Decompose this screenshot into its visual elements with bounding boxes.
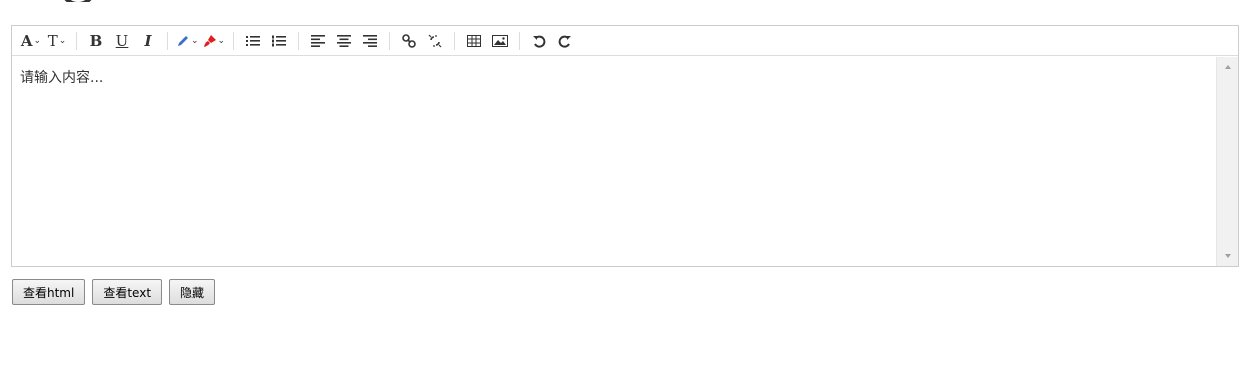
vertical-scrollbar[interactable]	[1216, 57, 1238, 266]
insert-image-button[interactable]	[489, 30, 511, 52]
forecolor-button[interactable]: ⌄	[176, 30, 199, 52]
unlink-icon	[428, 34, 442, 47]
italic-label: I	[144, 31, 152, 50]
bold-label: B	[89, 31, 103, 50]
italic-button[interactable]: I	[137, 30, 159, 52]
redo-button[interactable]	[554, 30, 576, 52]
rich-text-editor: A ⌄ T ⌄ B U I ⌄ ⌄ 请输入内容...	[11, 25, 1239, 267]
view-html-button[interactable]: 查看html	[12, 279, 86, 305]
toolbar-divider	[454, 31, 456, 50]
underline-label: U	[115, 31, 129, 50]
editor-actions: 查看html 查看text 隐藏	[12, 279, 222, 305]
hide-button[interactable]: 隐藏	[169, 279, 216, 305]
unordered-list-button[interactable]	[242, 30, 264, 52]
brush-icon	[203, 34, 216, 47]
link-icon	[402, 33, 416, 48]
chevron-down-icon: ⌄	[191, 35, 199, 46]
editor-toolbar: A ⌄ T ⌄ B U I ⌄ ⌄	[12, 26, 1238, 56]
editor-placeholder: 请输入内容...	[20, 70, 104, 86]
toolbar-divider	[167, 31, 168, 50]
ordered-list-button[interactable]	[268, 30, 290, 52]
align-left-button[interactable]	[307, 30, 329, 52]
insert-table-button[interactable]	[463, 30, 485, 52]
font-name-button[interactable]: A ⌄	[20, 30, 42, 52]
insert-link-button[interactable]	[398, 30, 420, 52]
table-icon	[467, 34, 482, 47]
align-left-icon	[311, 34, 326, 47]
toolbar-divider	[298, 31, 300, 50]
backcolor-button[interactable]: ⌄	[203, 30, 226, 52]
font-size-button[interactable]: T ⌄	[46, 30, 68, 52]
toolbar-divider	[76, 31, 77, 50]
view-text-button[interactable]: 查看text	[92, 279, 163, 305]
undo-button[interactable]	[528, 30, 550, 52]
redo-icon	[558, 35, 572, 48]
scroll-up-icon[interactable]	[1224, 65, 1231, 69]
undo-icon	[533, 35, 546, 48]
font-name-label: A	[20, 31, 33, 50]
underline-button[interactable]: U	[111, 30, 133, 52]
chevron-down-icon: ⌄	[217, 35, 226, 46]
bold-button[interactable]: B	[85, 30, 107, 52]
toolbar-divider	[389, 31, 391, 50]
page-title-cutoff	[60, 0, 100, 2]
scroll-down-icon[interactable]	[1224, 254, 1231, 258]
pencil-icon	[178, 35, 188, 46]
numbered-list-icon	[272, 35, 287, 46]
align-right-icon	[363, 34, 378, 47]
align-center-button[interactable]	[333, 30, 355, 52]
bulleted-list-icon	[246, 35, 261, 46]
unlink-button[interactable]	[424, 30, 446, 52]
chevron-down-icon: ⌄	[58, 35, 67, 46]
image-icon	[492, 34, 509, 47]
align-right-button[interactable]	[359, 30, 381, 52]
font-size-label: T	[47, 31, 58, 50]
toolbar-divider	[519, 31, 521, 50]
align-center-icon	[337, 34, 352, 47]
editor-content-area[interactable]: 请输入内容...	[12, 57, 1216, 266]
chevron-down-icon: ⌄	[33, 35, 42, 46]
toolbar-divider	[233, 31, 235, 50]
